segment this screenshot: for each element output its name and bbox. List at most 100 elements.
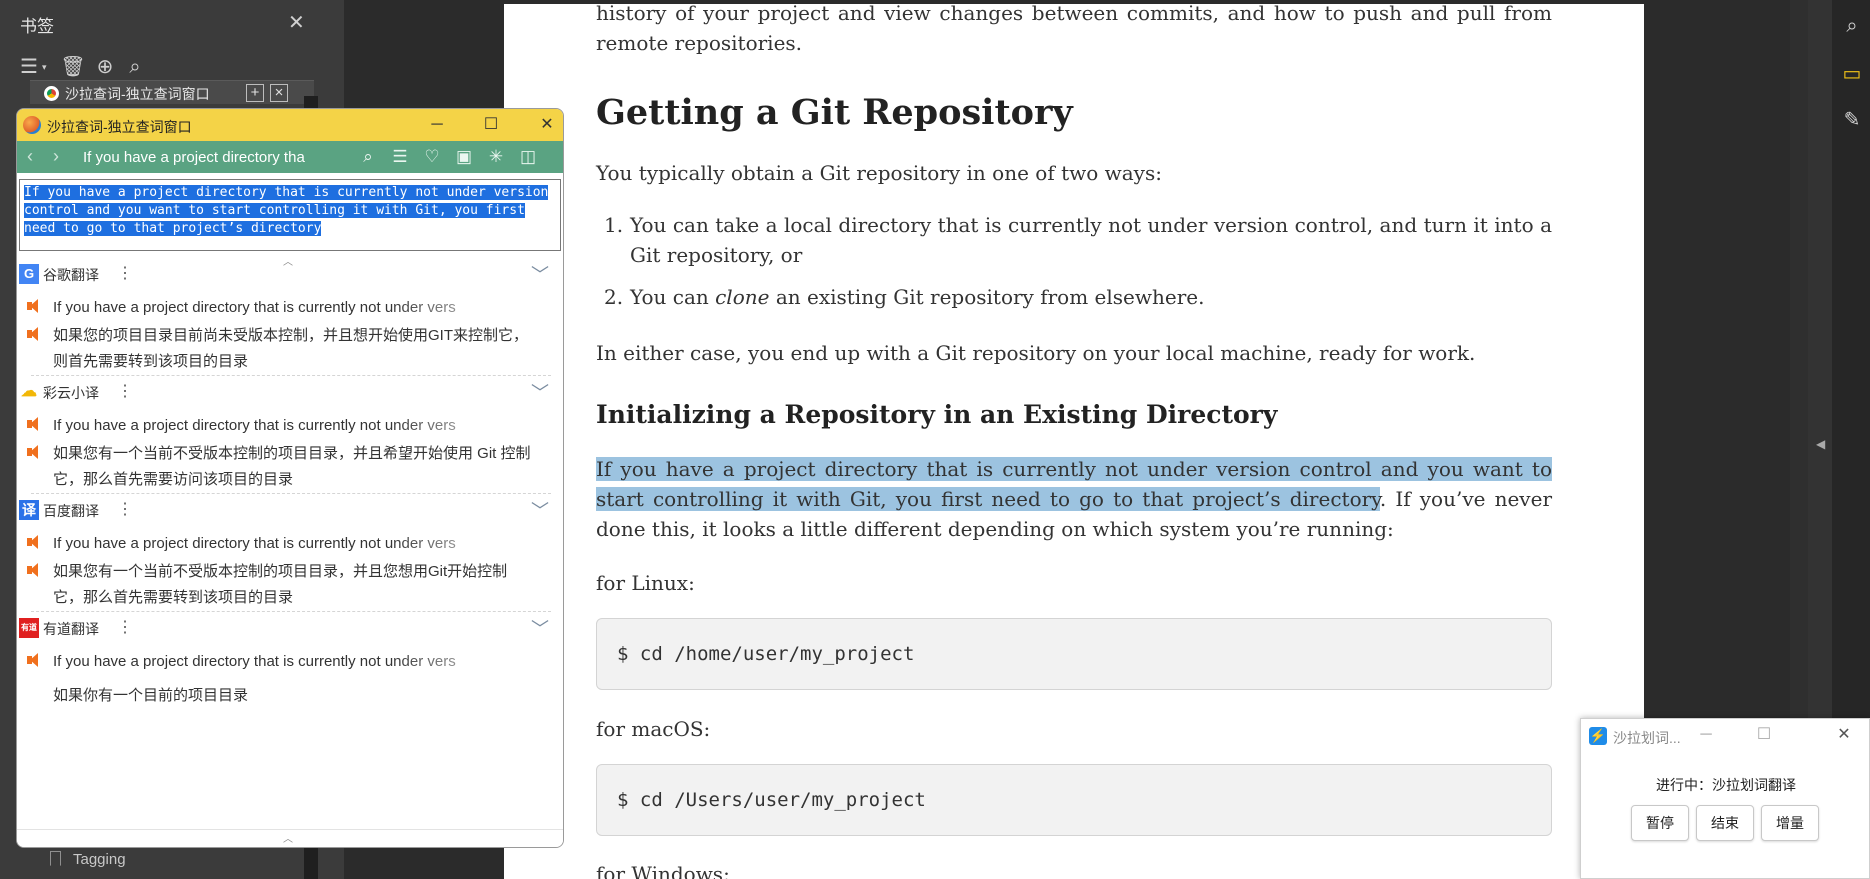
- delete-icon[interactable]: 🗑: [60, 54, 86, 80]
- sala-title-bar[interactable]: 沙拉查词-独立查词窗口 ─ ☐ ✕: [17, 109, 563, 141]
- list-item: 1. You can take a local directory that is…: [596, 210, 1552, 270]
- chevron-down-icon[interactable]: ﹀: [531, 497, 549, 523]
- minimize-icon[interactable]: ─: [423, 113, 451, 137]
- taskbar-tab-item[interactable]: 沙拉查词-独立查词窗口: [44, 84, 210, 104]
- source-text-selection: If you have a project directory that is …: [24, 185, 549, 236]
- divider: [31, 493, 551, 494]
- history-icon[interactable]: ▣: [453, 146, 475, 168]
- engine-name: 谷歌翻译: [43, 267, 99, 283]
- bookmark-search-icon[interactable]: ⌕: [122, 54, 148, 80]
- sala-logo-icon: [23, 116, 41, 134]
- maximize-icon[interactable]: ☐: [477, 113, 505, 137]
- youdao-icon: 有道: [19, 618, 39, 638]
- baidu-translate-icon: 译: [19, 500, 39, 520]
- more-options-icon[interactable]: ⋮: [117, 263, 133, 283]
- engine-name: 百度翻译: [43, 503, 99, 519]
- source-sentence: If you have a project directory that is …: [53, 535, 456, 552]
- list-item-text: You can take a local directory that is c…: [630, 213, 1552, 267]
- increment-button[interactable]: 增量: [1761, 805, 1819, 841]
- engine-header[interactable]: 有道 有道翻译 ⋮ ﹀: [17, 615, 563, 641]
- list-item-text: You can: [630, 285, 716, 309]
- close-icon[interactable]: ✕: [288, 10, 305, 35]
- tools-icon[interactable]: ✎: [1840, 108, 1864, 132]
- emphasis-clone: clone: [715, 285, 770, 309]
- sala-translation-window: 沙拉查词-独立查词窗口 ─ ☐ ✕ ‹ › If you have a proj…: [16, 108, 564, 848]
- taskbar-tab[interactable]: 沙拉查词-独立查词窗口 + ×: [30, 80, 314, 104]
- bookmark-icon: [50, 851, 61, 866]
- source-sentence: If you have a project directory that is …: [53, 417, 456, 434]
- collapse-arrow-icon[interactable]: ◀: [1816, 437, 1825, 451]
- more-options-icon[interactable]: ⋮: [117, 617, 133, 637]
- source-sentence: If you have a project directory that is …: [53, 653, 456, 670]
- back-arrow-icon[interactable]: ‹: [27, 146, 33, 167]
- add-tab-icon[interactable]: +: [246, 84, 264, 102]
- speaker-icon[interactable]: [27, 327, 41, 341]
- code-block-macos[interactable]: $ cd /Users/user/my_project: [596, 764, 1552, 836]
- windows-label: for Windows:: [596, 862, 730, 879]
- speaker-icon[interactable]: [27, 563, 41, 577]
- translation-result: 如果您有一个当前不受版本控制的项目目录，并且希望开始使用 Git 控制它，那么首…: [53, 445, 531, 488]
- linux-label: for Linux:: [596, 571, 695, 595]
- close-tab-icon[interactable]: ×: [270, 84, 288, 102]
- bookmark-item-tagging[interactable]: Tagging: [50, 851, 126, 868]
- progress-window: ⚡ 沙拉划词... ─ ☐ ✕ 进行中：沙拉划词翻译 暂停 结束 增量: [1580, 718, 1870, 879]
- list-item-text: an existing Git repository from elsewher…: [769, 285, 1205, 309]
- speaker-icon[interactable]: [27, 445, 41, 459]
- google-translate-icon: G: [19, 264, 39, 284]
- more-options-icon[interactable]: ⋮: [117, 499, 133, 519]
- source-sentence: If you have a project directory that is …: [53, 299, 456, 316]
- speaker-icon[interactable]: [27, 653, 41, 667]
- favorite-heart-icon[interactable]: ♡: [421, 146, 443, 168]
- more-options-icon[interactable]: ⋮: [117, 381, 133, 401]
- translation-result: 如果您有一个当前不受版本控制的项目目录，并且您想用Git开始控制它，那么首先需要…: [53, 563, 508, 606]
- chrome-icon: [44, 86, 59, 101]
- list-view-icon[interactable]: ☰: [16, 54, 42, 80]
- chevron-down-icon[interactable]: ﹀: [531, 261, 549, 287]
- pause-button[interactable]: 暂停: [1631, 805, 1689, 841]
- translation-result: 如果您的项目目录目前尚未受版本控制，并且想开始使用GIT来控制它，则首先需要转到…: [53, 327, 529, 370]
- engine-name: 有道翻译: [43, 621, 99, 637]
- pin-icon[interactable]: ✳: [485, 146, 507, 168]
- comment-icon[interactable]: ▭: [1840, 62, 1864, 86]
- menu-icon[interactable]: ☰: [389, 146, 411, 168]
- source-text-field[interactable]: If you have a project directory that is …: [19, 179, 561, 251]
- close-icon[interactable]: ✕: [1831, 723, 1857, 747]
- sala-nav-bar: ‹ › If you have a project directory tha …: [17, 141, 563, 173]
- end-button[interactable]: 结束: [1696, 805, 1754, 841]
- bookmark-panel-title: 书签: [20, 17, 54, 36]
- list-number: 1.: [604, 213, 624, 237]
- minimize-icon[interactable]: ─: [1693, 723, 1719, 747]
- document-page: history of your project and view changes…: [504, 4, 1644, 879]
- sala-bottom-bar: ︿: [17, 829, 563, 847]
- translation-result: 如果你有一个目前的项目目录: [53, 687, 249, 704]
- speaker-icon[interactable]: [27, 417, 41, 431]
- sala-window-title: 沙拉查词-独立查词窗口: [47, 119, 192, 135]
- ordered-list: 1. You can take a local directory that is…: [596, 210, 1552, 324]
- zoom-search-icon[interactable]: ⌕: [1840, 14, 1864, 38]
- add-bookmark-icon[interactable]: ⊕: [92, 54, 118, 80]
- bookmark-toolbar: ☰ ▾ 🗑 ⊕ ⌕: [0, 50, 344, 84]
- expand-caret-icon[interactable]: ︿: [283, 830, 293, 845]
- bookmark-item-label: Tagging: [73, 851, 126, 868]
- close-icon[interactable]: ✕: [533, 113, 561, 137]
- divider: [31, 375, 551, 376]
- sidebar-toggle-icon[interactable]: ◫: [517, 146, 539, 168]
- chevron-down-icon[interactable]: ﹀: [531, 615, 549, 641]
- list-number: 2.: [604, 285, 624, 309]
- search-input[interactable]: If you have a project directory tha: [81, 147, 349, 169]
- init-paragraph[interactable]: If you have a project directory that is …: [596, 454, 1552, 544]
- speaker-icon[interactable]: [27, 299, 41, 313]
- intro-paragraph: history of your project and view changes…: [596, 4, 1552, 55]
- chevron-down-icon[interactable]: ▾: [42, 62, 47, 73]
- sala-app-icon: ⚡: [1589, 727, 1607, 745]
- maximize-icon[interactable]: ☐: [1751, 723, 1777, 747]
- forward-arrow-icon[interactable]: ›: [53, 146, 59, 167]
- engine-header[interactable]: G 谷歌翻译 ⋮ ﹀: [17, 261, 563, 287]
- engine-header[interactable]: ☁ 彩云小译 ⋮ ﹀: [17, 379, 563, 405]
- engine-header[interactable]: 译 百度翻译 ⋮ ﹀: [17, 497, 563, 523]
- chevron-down-icon[interactable]: ﹀: [531, 379, 549, 405]
- code-block-linux[interactable]: $ cd /home/user/my_project: [596, 618, 1552, 690]
- search-icon[interactable]: ⌕: [357, 146, 379, 168]
- speaker-icon[interactable]: [27, 535, 41, 549]
- divider: [31, 611, 551, 612]
